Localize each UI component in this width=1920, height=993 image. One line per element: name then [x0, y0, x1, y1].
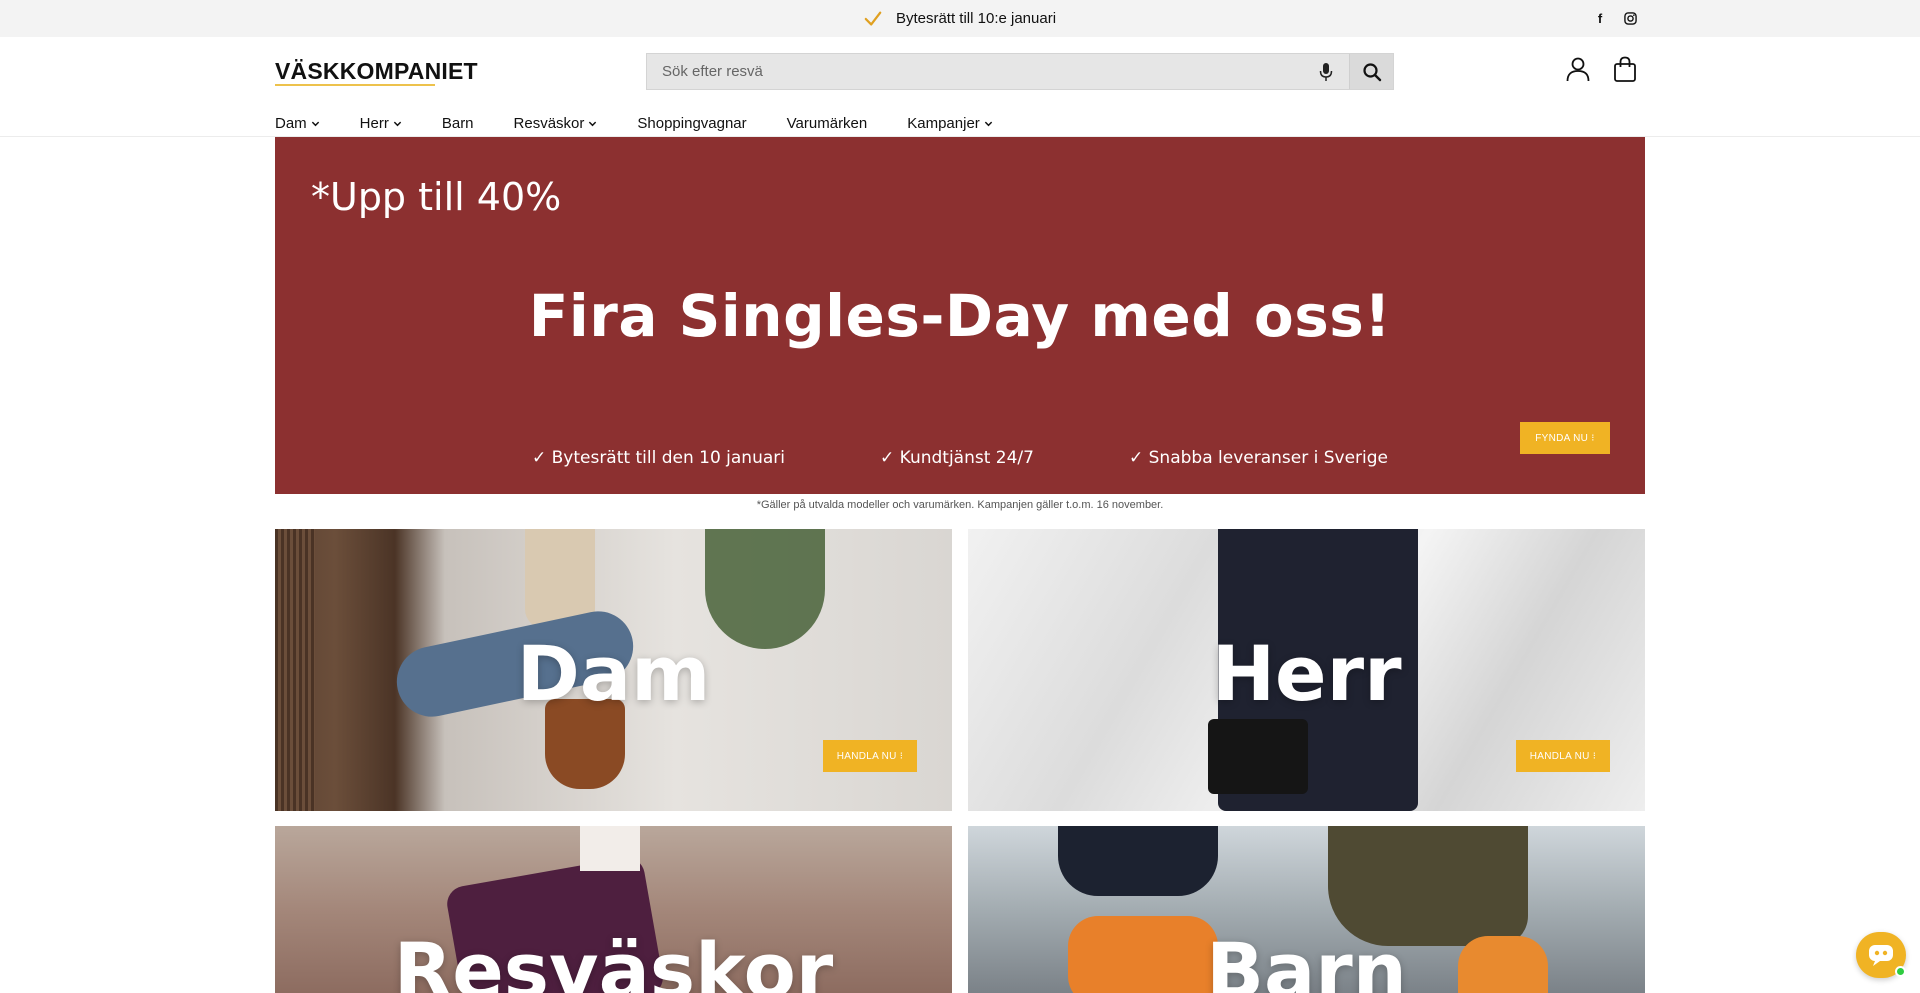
announcement-bar: Bytesrätt till 10:e januari f	[0, 0, 1920, 37]
social-links: f	[1592, 9, 1638, 27]
search-icon	[1362, 62, 1381, 81]
chevron-down-icon	[393, 121, 402, 126]
nav-label: Varumärken	[786, 114, 868, 132]
nav-label: Resväskor	[513, 114, 585, 132]
search-bar	[646, 53, 1394, 90]
site-header: VÄSKKOMPANIET Dam Herr	[0, 37, 1920, 137]
nav-item-dam[interactable]: Dam	[275, 111, 320, 135]
nav-item-shoppingvagnar[interactable]: Shoppingvagnar	[637, 111, 746, 135]
nav-label: Shoppingvagnar	[637, 114, 747, 132]
nav-item-herr[interactable]: Herr	[360, 111, 402, 135]
nav-label: Dam	[275, 114, 307, 132]
site-logo[interactable]: VÄSKKOMPANIET	[275, 58, 478, 85]
hero-perk: ✓ Bytesrätt till den 10 januari	[531, 448, 785, 468]
checkmark-icon	[864, 11, 882, 26]
chevron-down-icon	[984, 121, 992, 126]
chevron-down-icon	[311, 121, 319, 126]
hero-banner[interactable]: *Upp till 40% Fira Singles-Day med oss! …	[275, 137, 1645, 494]
category-tile-barn[interactable]: Barn	[968, 826, 1645, 993]
child-decor	[1058, 826, 1218, 896]
search-input[interactable]	[647, 54, 1327, 89]
announcement-text: Bytesrätt till 10:e januari	[895, 10, 1057, 27]
tile-label-herr: Herr	[1211, 629, 1402, 718]
hero-perk: ✓ Kundtjänst 24/7	[880, 448, 1034, 468]
instagram-icon[interactable]	[1622, 9, 1638, 27]
nav-item-kampanjer[interactable]: Kampanjer	[907, 111, 993, 135]
online-status-indicator	[1895, 966, 1906, 977]
hero-discount: *Upp till 40%	[311, 175, 562, 219]
hero-perk: ✓ Snabba leveranser i Sverige	[1128, 448, 1389, 468]
tile-label-resvaskor: Resväskor	[393, 926, 834, 993]
nav-item-varumarken[interactable]: Varumärken	[787, 111, 868, 135]
campaign-disclaimer: *Gäller på utvalda modeller och varumärk…	[756, 499, 1164, 511]
account-icon[interactable]	[1564, 55, 1592, 83]
facebook-icon[interactable]: f	[1592, 9, 1608, 27]
logo-underline	[275, 84, 435, 86]
nav-item-resvaskor[interactable]: Resväskor	[514, 111, 598, 135]
category-tile-herr[interactable]: Herr HANDLA NU ⁝	[968, 529, 1645, 811]
chat-bot-icon	[1869, 945, 1893, 966]
hero-title: Fira Singles-Day med oss!	[528, 282, 1392, 350]
nav-label: Herr	[359, 114, 389, 132]
search-button[interactable]	[1349, 54, 1393, 89]
tile-label-dam: Dam	[516, 629, 711, 718]
category-tile-dam[interactable]: Dam HANDLA NU ⁝	[275, 529, 952, 811]
fynda-nu-button[interactable]: FYNDA NU ⁝	[1520, 422, 1610, 454]
tile-label-barn: Barn	[1206, 926, 1407, 993]
nav-label: Barn	[441, 114, 474, 132]
microphone-icon[interactable]	[1319, 62, 1333, 82]
handla-nu-button[interactable]: HANDLA NU ⁝	[1516, 740, 1610, 772]
hero-perks: ✓ Bytesrätt till den 10 januari ✓ Kundtj…	[275, 448, 1645, 468]
main-nav: Dam Herr Barn Resväskor Shoppingvagnar V…	[275, 111, 1033, 135]
chevron-down-icon	[589, 121, 597, 126]
briefcase-decor	[1208, 719, 1308, 794]
shirt-decor	[580, 826, 640, 871]
cart-icon[interactable]	[1611, 55, 1639, 83]
category-tile-resvaskor[interactable]: Resväskor	[275, 826, 952, 993]
handla-nu-button[interactable]: HANDLA NU ⁝	[823, 740, 917, 772]
nav-label: Kampanjer	[907, 114, 980, 132]
nav-item-barn[interactable]: Barn	[442, 111, 474, 135]
